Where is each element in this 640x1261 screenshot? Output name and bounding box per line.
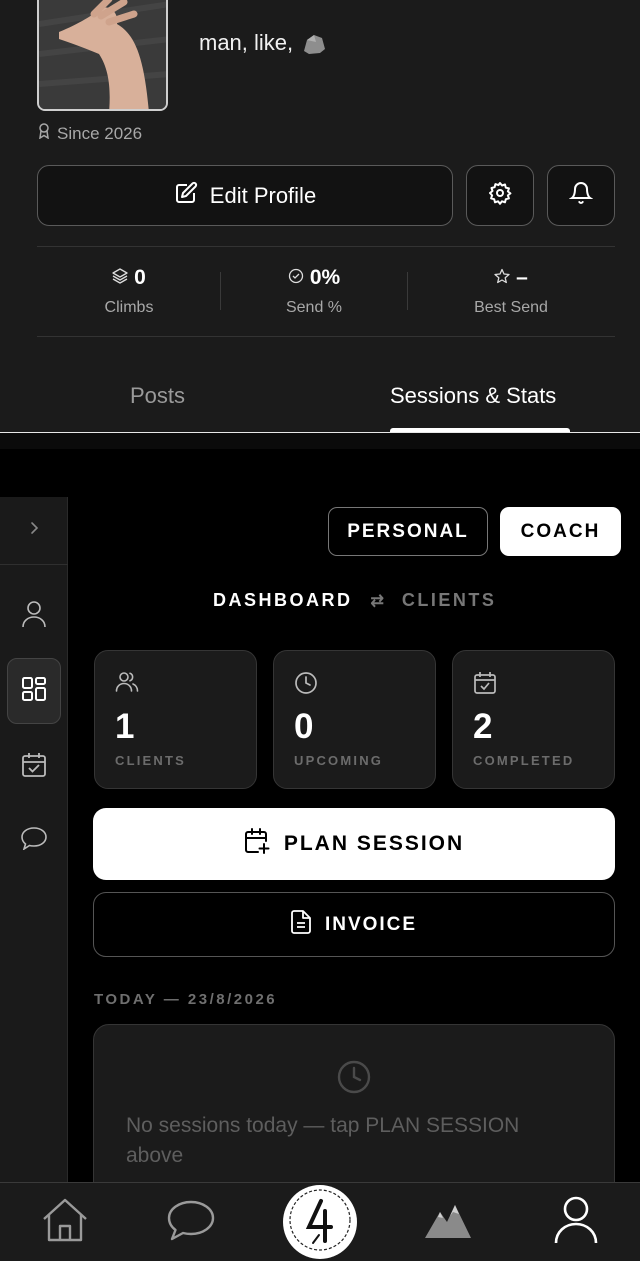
calendar-plus-icon [244, 828, 270, 860]
card-value: 2 [473, 707, 493, 746]
calendar-icon [21, 752, 47, 783]
clock-icon [336, 1059, 372, 1100]
stat-send-percent: 0% Send % [255, 266, 373, 317]
invoice-label: INVOICE [324, 913, 418, 935]
chat-icon [166, 1199, 216, 1246]
bell-icon [568, 181, 594, 210]
dashboard-icon [21, 676, 47, 707]
stat-label: Best Send [474, 299, 548, 316]
plan-session-label: PLAN SESSION [283, 832, 465, 855]
dashboard-subnav: DASHBOARD ⇄ CLIENTS [213, 590, 496, 611]
stat-card-upcoming[interactable]: 0 UPCOMING [273, 650, 436, 789]
stat-best-send: – Best Send [452, 266, 570, 317]
clock-icon [294, 671, 318, 700]
tab-sessions-stats[interactable]: Sessions & Stats [390, 383, 556, 409]
notifications-button[interactable] [547, 165, 615, 226]
personal-mode-button[interactable]: PERSONAL [328, 507, 488, 556]
calendar-check-icon [473, 671, 497, 700]
stat-value: 0% [309, 266, 341, 289]
profile-icon [21, 600, 47, 633]
climb-logo-icon [283, 1185, 357, 1259]
sidebar-item-profile[interactable] [7, 583, 61, 649]
sidebar-expand-button[interactable] [0, 497, 68, 565]
home-icon [41, 1197, 89, 1248]
header-strip [0, 433, 640, 449]
tab-dashboard[interactable]: DASHBOARD [213, 590, 353, 611]
star-icon [494, 266, 510, 290]
users-icon [115, 671, 139, 698]
nav-home[interactable] [30, 1183, 100, 1261]
nav-center-logo[interactable] [283, 1185, 357, 1259]
swap-icon[interactable]: ⇄ [371, 591, 384, 611]
stat-value: – [516, 266, 528, 289]
divider [37, 336, 615, 337]
nav-profile[interactable] [540, 1183, 612, 1261]
edit-profile-label: Edit Profile [209, 182, 317, 208]
profile-icon [553, 1195, 599, 1250]
nav-mountain[interactable] [410, 1183, 486, 1261]
award-icon [38, 123, 50, 144]
document-icon [291, 909, 311, 940]
card-value: 1 [115, 707, 135, 746]
avatar-photo [39, 0, 166, 109]
card-label: COMPLETED [473, 753, 575, 768]
stat-label: Climbs [104, 299, 154, 316]
empty-message: No sessions today — tap PLAN SESSION abo… [126, 1114, 520, 1167]
coach-mode-button[interactable]: COACH [500, 507, 621, 556]
tab-posts[interactable]: Posts [130, 383, 185, 409]
edit-icon [174, 181, 198, 211]
sidebar [0, 497, 68, 1183]
member-since: Since 2026 [38, 123, 142, 144]
rock-emoji-icon [301, 33, 326, 54]
edit-profile-button[interactable]: Edit Profile [37, 165, 453, 226]
plan-session-button[interactable]: PLAN SESSION [93, 808, 615, 880]
gear-icon [488, 181, 512, 210]
stat-label: Send % [285, 299, 343, 316]
mountain-icon [423, 1200, 473, 1245]
invoice-button[interactable]: INVOICE [93, 892, 615, 957]
sidebar-item-calendar[interactable] [7, 734, 61, 800]
divider [407, 272, 408, 310]
tab-clients[interactable]: CLIENTS [402, 590, 497, 611]
sidebar-item-chat[interactable] [7, 807, 61, 873]
chevron-right-icon [29, 521, 39, 540]
stat-card-completed[interactable]: 2 COMPLETED [452, 650, 615, 789]
divider [220, 272, 221, 310]
today-heading: TODAY — 23/8/2026 [94, 991, 278, 1008]
card-label: UPCOMING [294, 753, 384, 768]
chat-icon [20, 826, 48, 855]
profile-bio: man, like, [199, 30, 326, 56]
card-value: 0 [294, 707, 314, 746]
stat-value: 0 [134, 266, 146, 289]
profile-section: man, like, Since 2026 Edit Profile 0 Cli… [0, 0, 640, 432]
avatar[interactable] [37, 0, 168, 111]
bio-text: man, like, [199, 30, 294, 55]
since-text: Since 2026 [57, 123, 143, 143]
check-circle-icon [288, 266, 304, 290]
settings-button[interactable] [466, 165, 534, 226]
divider [37, 246, 615, 247]
nav-chat[interactable] [155, 1183, 227, 1261]
card-label: CLIENTS [115, 753, 187, 768]
sidebar-item-dashboard[interactable] [7, 658, 61, 724]
stat-card-clients[interactable]: 1 CLIENTS [94, 650, 257, 789]
stat-climbs: 0 Climbs [70, 266, 188, 317]
layers-icon [112, 266, 128, 290]
